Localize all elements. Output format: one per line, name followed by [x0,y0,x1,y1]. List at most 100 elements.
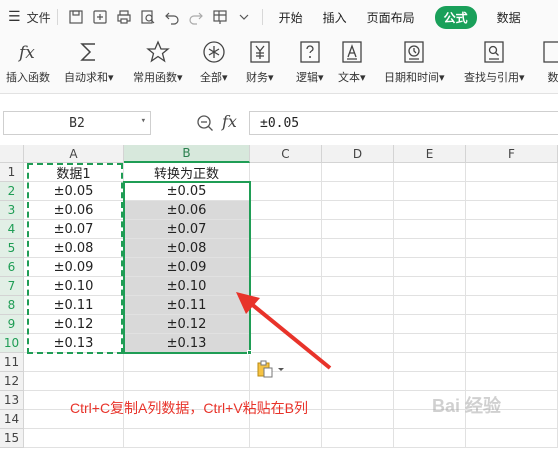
cell-e11[interactable] [394,353,466,372]
cell-d4[interactable] [322,220,394,239]
row-header-5[interactable]: 5 [0,239,24,258]
cell-e4[interactable] [394,220,466,239]
file-menu[interactable]: ☰ 文件 [0,0,51,34]
cell-e1[interactable] [394,163,466,182]
math-functions-button[interactable]: 数 [540,38,558,90]
cell-b15[interactable] [124,429,250,448]
row-header-15[interactable]: 15 [0,429,24,448]
cell-e5[interactable] [394,239,466,258]
cell-d5[interactable] [322,239,394,258]
cell-f6[interactable] [466,258,558,277]
cell-c2[interactable] [250,182,322,201]
cell-b5[interactable]: ±0.08 [124,239,250,258]
cell-c15[interactable] [250,429,322,448]
cell-c4[interactable] [250,220,322,239]
row-header-3[interactable]: 3 [0,201,24,220]
cell-a4[interactable]: ±0.07 [24,220,124,239]
undo-icon[interactable] [161,6,183,28]
tab-insert[interactable]: 插入 [313,0,357,34]
export-pdf-icon[interactable] [89,6,111,28]
cell-e2[interactable] [394,182,466,201]
cell-e12[interactable] [394,372,466,391]
cell-d3[interactable] [322,201,394,220]
cell-e6[interactable] [394,258,466,277]
cell-d2[interactable] [322,182,394,201]
tab-data[interactable]: 数据 [487,0,531,34]
cell-c6[interactable] [250,258,322,277]
row-header-7[interactable]: 7 [0,277,24,296]
column-header-e[interactable]: E [394,145,466,163]
row-header-8[interactable]: 8 [0,296,24,315]
redo-icon[interactable] [185,6,207,28]
select-all-corner[interactable] [0,145,24,163]
cell-a10[interactable]: ±0.13 [24,334,124,353]
formula-input[interactable]: ±0.05 [249,111,558,135]
cell-b4[interactable]: ±0.07 [124,220,250,239]
cell-f1[interactable] [466,163,558,182]
cell-b3[interactable]: ±0.06 [124,201,250,220]
cell-f8[interactable] [466,296,558,315]
cell-f2[interactable] [466,182,558,201]
cell-d15[interactable] [322,429,394,448]
name-box[interactable]: B2 ▾ [3,111,151,135]
all-functions-button[interactable]: 全部▾ [200,38,228,90]
cell-a9[interactable]: ±0.12 [24,315,124,334]
cell-a6[interactable]: ±0.09 [24,258,124,277]
cell-f3[interactable] [466,201,558,220]
column-header-b[interactable]: B [124,145,250,163]
column-header-d[interactable]: D [322,145,394,163]
cell-f10[interactable] [466,334,558,353]
cell-f15[interactable] [466,429,558,448]
cell-f11[interactable] [466,353,558,372]
print-preview-icon[interactable] [137,6,159,28]
row-header-10[interactable]: 10 [0,334,24,353]
autosum-button[interactable]: 自动求和▾ [64,38,114,90]
format-painter-icon[interactable] [209,6,231,28]
cell-b2[interactable]: ±0.05 [124,182,250,201]
row-header-2[interactable]: 2 [0,182,24,201]
common-functions-button[interactable]: 常用函数▾ [133,38,183,90]
print-icon[interactable] [113,6,135,28]
cell-d14[interactable] [322,410,394,429]
lookup-reference-button[interactable]: 查找与引用▾ [464,38,525,90]
row-header-11[interactable]: 11 [0,353,24,372]
logical-button[interactable]: 逻辑▾ [296,38,324,90]
cell-d6[interactable] [322,258,394,277]
column-header-f[interactable]: F [466,145,558,163]
text-functions-button[interactable]: 文本▾ [338,38,366,90]
row-header-4[interactable]: 4 [0,220,24,239]
financial-button[interactable]: 财务▾ [246,38,274,90]
cell-e9[interactable] [394,315,466,334]
zoom-search-icon[interactable] [196,114,214,132]
cell-c3[interactable] [250,201,322,220]
cell-c5[interactable] [250,239,322,258]
cell-e3[interactable] [394,201,466,220]
tab-home[interactable]: 开始 [269,0,313,34]
cell-a5[interactable]: ±0.08 [24,239,124,258]
cell-f5[interactable] [466,239,558,258]
row-header-6[interactable]: 6 [0,258,24,277]
fx-icon[interactable]: fx [222,112,237,131]
chevron-down-icon[interactable] [233,6,255,28]
row-header-14[interactable]: 14 [0,410,24,429]
cell-f4[interactable] [466,220,558,239]
cell-a12[interactable] [24,372,124,391]
cell-b1[interactable]: 转换为正数 [124,163,250,182]
cell-a2[interactable]: ±0.05 [24,182,124,201]
cell-e10[interactable] [394,334,466,353]
cell-a11[interactable] [24,353,124,372]
cell-e8[interactable] [394,296,466,315]
tab-formulas[interactable]: 公式 [425,0,487,34]
row-header-13[interactable]: 13 [0,391,24,410]
cell-a1[interactable]: 数据1 [24,163,124,182]
cell-f7[interactable] [466,277,558,296]
row-header-1[interactable]: 1 [0,163,24,182]
cell-e7[interactable] [394,277,466,296]
cell-a15[interactable] [24,429,124,448]
column-header-a[interactable]: A [24,145,124,163]
insert-function-button[interactable]: fx 插入函数 [6,38,50,90]
cell-a3[interactable]: ±0.06 [24,201,124,220]
date-time-button[interactable]: 日期和时间▾ [384,38,445,90]
cell-f9[interactable] [466,315,558,334]
cell-e15[interactable] [394,429,466,448]
